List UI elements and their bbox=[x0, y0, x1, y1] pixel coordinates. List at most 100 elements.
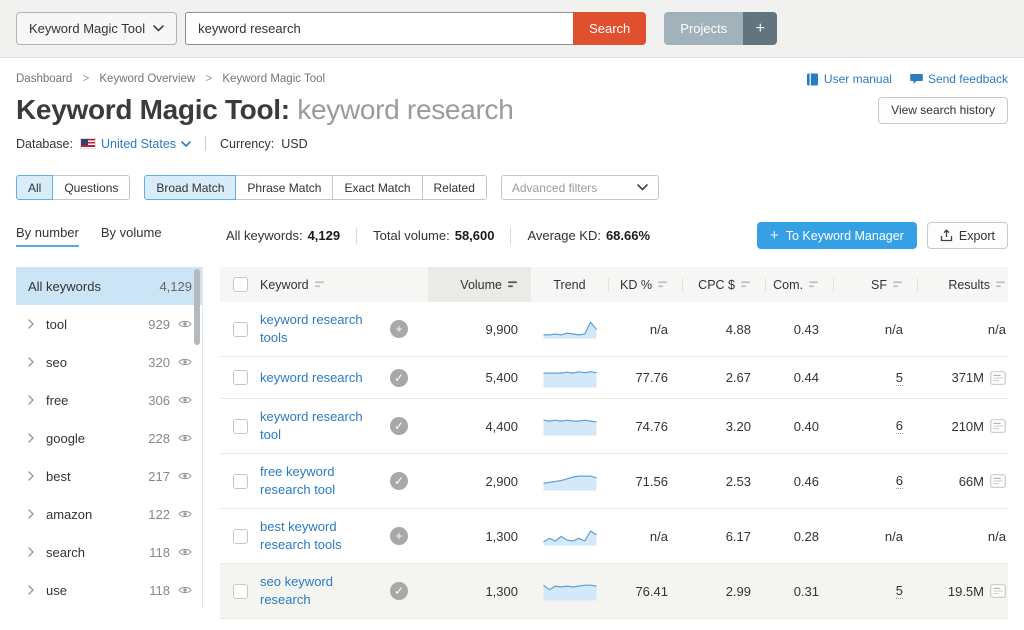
column-header-sf[interactable]: SF bbox=[871, 278, 903, 292]
group-label: best bbox=[46, 469, 71, 484]
column-header-kd[interactable]: KD % bbox=[620, 278, 668, 292]
keyword-link[interactable]: keyword research tools bbox=[260, 311, 382, 347]
average-kd-value: 68.66% bbox=[606, 228, 650, 243]
tab-related[interactable]: Related bbox=[422, 175, 487, 200]
user-manual-link[interactable]: User manual bbox=[806, 72, 892, 86]
sidebar-scrollbar[interactable] bbox=[194, 269, 200, 345]
row-checkbox[interactable] bbox=[233, 322, 248, 337]
column-header-results[interactable]: Results bbox=[948, 278, 1006, 292]
keyword-added-check-icon[interactable]: ✓ bbox=[390, 472, 408, 490]
chevron-right-icon[interactable] bbox=[28, 547, 34, 557]
group-count: 228 bbox=[148, 431, 170, 446]
sf-value[interactable]: n/a bbox=[885, 529, 903, 544]
keyword-added-check-icon[interactable]: ✓ bbox=[390, 369, 408, 387]
eye-icon[interactable] bbox=[178, 585, 192, 595]
eye-icon[interactable] bbox=[178, 357, 192, 367]
table-body: keyword research tools + 9,900 n/a 4.88 … bbox=[220, 302, 1008, 619]
table-row: seo keyword research ✓ 1,300 76.41 2.99 … bbox=[220, 564, 1008, 619]
add-to-keyword-manager-icon[interactable]: + bbox=[390, 320, 408, 338]
send-feedback-link[interactable]: Send feedback bbox=[910, 72, 1008, 86]
table-row: keyword research tools + 9,900 n/a 4.88 … bbox=[220, 302, 1008, 357]
sidebar-item-best[interactable]: best 217 bbox=[16, 457, 202, 495]
results-value: 19.5M bbox=[948, 584, 984, 599]
search-button[interactable]: Search bbox=[573, 12, 646, 45]
tool-selector-dropdown[interactable]: Keyword Magic Tool bbox=[16, 12, 177, 45]
database-selector[interactable]: United States bbox=[101, 137, 191, 151]
row-checkbox[interactable] bbox=[233, 370, 248, 385]
projects-button[interactable]: Projects bbox=[664, 12, 743, 45]
chevron-right-icon[interactable] bbox=[28, 357, 34, 367]
eye-icon[interactable] bbox=[178, 433, 192, 443]
tool-selector-label: Keyword Magic Tool bbox=[29, 21, 145, 36]
row-checkbox[interactable] bbox=[233, 584, 248, 599]
row-checkbox[interactable] bbox=[233, 419, 248, 434]
column-header-keyword[interactable]: Keyword bbox=[260, 278, 382, 292]
serp-preview-icon[interactable] bbox=[990, 419, 1006, 433]
chevron-right-icon[interactable] bbox=[28, 319, 34, 329]
add-to-keyword-manager-icon[interactable]: + bbox=[390, 527, 408, 545]
group-count: 320 bbox=[148, 355, 170, 370]
eye-icon[interactable] bbox=[178, 509, 192, 519]
chevron-right-icon[interactable] bbox=[28, 585, 34, 595]
eye-icon[interactable] bbox=[178, 319, 192, 329]
export-button[interactable]: Export bbox=[927, 222, 1008, 249]
chevron-right-icon[interactable] bbox=[28, 471, 34, 481]
eye-icon[interactable] bbox=[178, 395, 192, 405]
sidebar-item-google[interactable]: google 228 bbox=[16, 419, 202, 457]
sf-value[interactable]: 6 bbox=[896, 473, 903, 489]
tab-exact-match[interactable]: Exact Match bbox=[332, 175, 422, 200]
sort-by-volume-tab[interactable]: By volume bbox=[101, 225, 162, 247]
sidebar-item-tool[interactable]: tool 929 bbox=[16, 305, 202, 343]
to-keyword-manager-button[interactable]: + To Keyword Manager bbox=[757, 222, 917, 249]
serp-preview-icon[interactable] bbox=[990, 584, 1006, 598]
sf-value[interactable]: 5 bbox=[896, 370, 903, 386]
tab-broad-match[interactable]: Broad Match bbox=[144, 175, 236, 200]
keyword-link[interactable]: seo keyword research bbox=[260, 573, 382, 609]
column-header-com[interactable]: Com. bbox=[773, 278, 819, 292]
add-project-button[interactable]: + bbox=[743, 12, 777, 45]
sidebar-item-use[interactable]: use 118 bbox=[16, 571, 202, 609]
sidebar-item-seo[interactable]: seo 320 bbox=[16, 343, 202, 381]
sidebar-item-amazon[interactable]: amazon 122 bbox=[16, 495, 202, 533]
chevron-right-icon[interactable] bbox=[28, 509, 34, 519]
tab-questions[interactable]: Questions bbox=[52, 175, 130, 200]
keyword-added-check-icon[interactable]: ✓ bbox=[390, 582, 408, 600]
row-checkbox[interactable] bbox=[233, 474, 248, 489]
breadcrumb-keyword-overview[interactable]: Keyword Overview bbox=[99, 73, 195, 85]
chevron-right-icon[interactable] bbox=[28, 395, 34, 405]
sidebar-item-search[interactable]: search 118 bbox=[16, 533, 202, 571]
select-all-checkbox[interactable] bbox=[233, 277, 248, 292]
table-row: free keyword research tool ✓ 2,900 71.56… bbox=[220, 454, 1008, 509]
sf-value[interactable]: 6 bbox=[896, 418, 903, 434]
breadcrumb-dashboard[interactable]: Dashboard bbox=[16, 73, 72, 85]
keyword-added-check-icon[interactable]: ✓ bbox=[390, 417, 408, 435]
chevron-right-icon[interactable] bbox=[28, 433, 34, 443]
eye-icon[interactable] bbox=[178, 471, 192, 481]
column-header-trend[interactable]: Trend bbox=[553, 278, 585, 292]
sf-value[interactable]: n/a bbox=[885, 322, 903, 337]
row-checkbox[interactable] bbox=[233, 529, 248, 544]
tab-all[interactable]: All bbox=[16, 175, 53, 200]
tab-phrase-match[interactable]: Phrase Match bbox=[235, 175, 333, 200]
sidebar-group-list: tool 929 seo 320 free 306 google 228 bes… bbox=[16, 305, 202, 609]
column-header-cpc[interactable]: CPC $ bbox=[698, 278, 751, 292]
sort-by-number-tab[interactable]: By number bbox=[16, 225, 79, 247]
keyword-link[interactable]: free keyword research tool bbox=[260, 463, 382, 499]
kd-value: n/a bbox=[608, 529, 682, 544]
cpc-value: 2.67 bbox=[682, 370, 765, 385]
keyword-search-input[interactable] bbox=[185, 12, 573, 45]
serp-preview-icon[interactable] bbox=[990, 371, 1006, 385]
sf-value[interactable]: 5 bbox=[896, 583, 903, 599]
eye-icon[interactable] bbox=[178, 547, 192, 557]
serp-preview-icon[interactable] bbox=[990, 474, 1006, 488]
keyword-link[interactable]: keyword research bbox=[260, 369, 363, 387]
sidebar-item-free[interactable]: free 306 bbox=[16, 381, 202, 419]
keyword-link[interactable]: keyword research tool bbox=[260, 408, 382, 444]
column-header-volume[interactable]: Volume bbox=[460, 267, 518, 302]
sidebar-item-all-keywords[interactable]: All keywords 4,129 bbox=[16, 267, 202, 305]
keywords-table: Keyword Volume Trend KD % CPC $ Com. SF … bbox=[220, 267, 1008, 619]
view-search-history-button[interactable]: View search history bbox=[878, 97, 1008, 124]
advanced-filters-dropdown[interactable]: Advanced filters bbox=[501, 175, 659, 200]
keyword-link[interactable]: best keyword research tools bbox=[260, 518, 382, 554]
volume-value: 1,300 bbox=[428, 529, 531, 544]
